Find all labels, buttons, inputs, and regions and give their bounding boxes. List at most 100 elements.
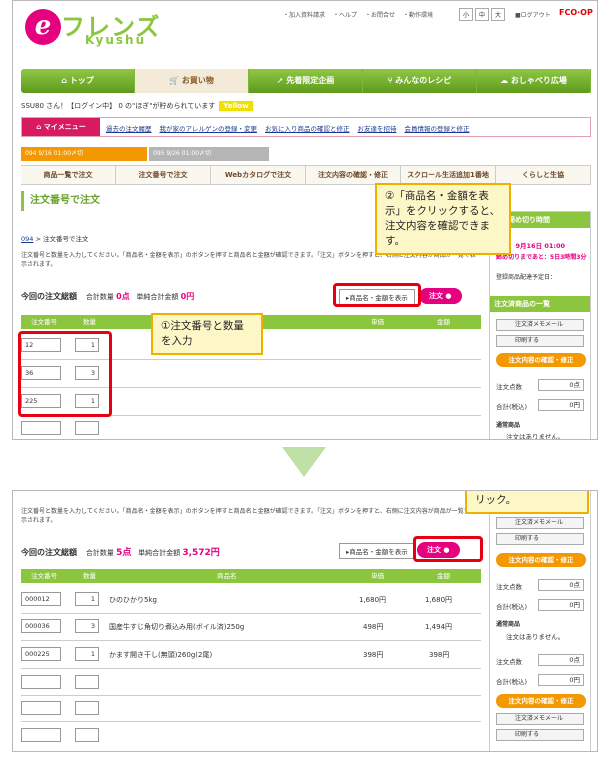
regular-note: 登録商品配達予定日：: [496, 274, 557, 281]
sub-nav: 商品一覧で注文 注文番号で注文 Webカタログで注文 注文内容の確認・修正 スク…: [21, 165, 591, 185]
subnav-scroll[interactable]: スクロール生活追加1番地: [401, 166, 496, 184]
total-value: 0円: [538, 399, 584, 411]
nav-chat[interactable]: ☁ おしゃべり広場: [477, 69, 591, 93]
tab-095[interactable]: 095 9/26 01:00〆切: [149, 147, 269, 161]
print-button[interactable]: 印刷する: [496, 729, 584, 741]
subnav-number[interactable]: 注文番号で注文: [116, 166, 211, 184]
regular-label: 通常商品: [496, 621, 521, 628]
unit-price: 1,680円: [359, 596, 387, 604]
font-mid-button[interactable]: 中: [475, 8, 490, 21]
global-nav: ⌂ トップ 🛒 お買い物 ➚ 先着限定企画 ⑂ みんなのレシピ ☁ おしゃべり広…: [21, 69, 591, 93]
subnav-confirm[interactable]: 注文内容の確認・修正: [306, 166, 401, 184]
regular-label: 通常商品: [496, 422, 521, 429]
logo-sub: Kyushu: [85, 33, 147, 47]
order-number-input[interactable]: 000012: [21, 592, 61, 606]
product-name: かます開き干し(無頭)260g(2尾): [109, 651, 213, 659]
order-number-input[interactable]: [21, 701, 61, 715]
header-links: ・加入資料請求 ・ヘルプ ・お問合せ ・動作環境: [283, 10, 433, 19]
product-name: 国産牛すじ角切り煮込み用(ボイル済)250g: [109, 623, 245, 631]
quantity-input[interactable]: [75, 421, 99, 435]
order-number-input[interactable]: 000225: [21, 647, 61, 661]
amount: 1,494円: [425, 623, 453, 631]
unit-price: 498円: [363, 623, 384, 631]
my-menu-label: ⌂ マイメニュー: [22, 118, 100, 136]
breadcrumb: 094 > 注文番号で注文: [21, 235, 89, 243]
font-large-button[interactable]: 大: [491, 8, 506, 21]
highlight-inputs: [18, 331, 112, 417]
count-value: 0点: [538, 379, 584, 391]
quantity-input[interactable]: 1: [75, 592, 99, 606]
subnav-catalog[interactable]: Webカタログで注文: [211, 166, 306, 184]
memo-mail-button[interactable]: 注文済メモメール: [496, 517, 584, 529]
regular-none: 注文はありません。: [506, 633, 565, 641]
unit-price: 398円: [363, 651, 384, 659]
order-number-input[interactable]: [21, 675, 61, 689]
instructions: 注文番号と数量を入力してください。「商品名・金額を表示」のボタンを押すと商品名と…: [21, 508, 476, 524]
top-screenshot: e フレンズ Kyushu ・加入資料請求 ・ヘルプ ・お問合せ ・動作環境 小…: [12, 0, 598, 440]
nav-recipe[interactable]: ⑂ みんなのレシピ: [363, 69, 477, 93]
link-request[interactable]: ・加入資料請求: [283, 10, 325, 19]
memo-mail-button[interactable]: 注文済メモメール: [496, 319, 584, 331]
link-env[interactable]: ・動作環境: [403, 10, 433, 19]
quantity-input[interactable]: [75, 675, 99, 689]
memo-mail-button[interactable]: 注文済メモメール: [496, 713, 584, 725]
order-summary: 今回の注文総額 合計数量 0点 単純合計金額 0円: [21, 292, 195, 301]
callout-step3: ③注文内容を確認し、「注文」ボタンをクリック。: [465, 491, 589, 514]
print-button[interactable]: 印刷する: [496, 533, 584, 545]
show-name-price-button[interactable]: ▸商品名・金額を表示: [339, 543, 415, 559]
font-small-button[interactable]: 小: [459, 8, 474, 21]
total-value: 0円: [538, 599, 584, 611]
quantity-input[interactable]: 3: [75, 619, 99, 633]
count-label: 注文点数: [496, 383, 522, 391]
amount: 1,680円: [425, 596, 453, 604]
down-arrow: [282, 447, 326, 477]
order-number-input[interactable]: 000036: [21, 619, 61, 633]
highlight-order-button: [413, 536, 483, 562]
confirm-order-button[interactable]: 注文内容の確認・修正: [496, 553, 586, 567]
table-header: 注文番号 数量 商品名 単価 金額: [21, 569, 481, 583]
menu-invite[interactable]: お友達を招待: [358, 123, 397, 133]
count-label: 注文点数: [496, 658, 522, 666]
menu-favorites[interactable]: お気に入り商品の確認と修正: [265, 123, 350, 133]
total-value: 0円: [538, 674, 584, 686]
count-value: 0点: [538, 579, 584, 591]
menu-member[interactable]: 会員情報の登録と修正: [405, 123, 470, 133]
logo-e: e: [25, 9, 61, 45]
my-menu: ⌂ マイメニュー 過去の注文履歴 我が家のアレルゲンの登録・変更 お気に入り商品…: [21, 117, 591, 137]
menu-allergen[interactable]: 我が家のアレルゲンの登録・変更: [160, 123, 258, 133]
amount: 398円: [429, 651, 450, 659]
menu-history[interactable]: 過去の注文履歴: [106, 123, 152, 133]
confirm-order-button[interactable]: 注文内容の確認・修正: [496, 694, 586, 708]
confirm-order-button[interactable]: 注文内容の確認・修正: [496, 353, 586, 367]
nav-shopping[interactable]: 🛒 お買い物: [135, 69, 249, 93]
highlight-show-button: [333, 283, 421, 307]
link-contact[interactable]: ・お問合せ: [365, 10, 395, 19]
print-button[interactable]: 印刷する: [496, 335, 584, 347]
nav-limited[interactable]: ➚ 先着限定企画: [249, 69, 363, 93]
callout-step1: ①注文番号と数量を入力: [151, 313, 263, 355]
quantity-input[interactable]: [75, 701, 99, 715]
quantity-input[interactable]: 1: [75, 647, 99, 661]
font-size-switch: 小 中 大: [459, 8, 506, 21]
nav-top[interactable]: ⌂ トップ: [21, 69, 135, 93]
logout-link[interactable]: ■ログアウト: [515, 10, 551, 19]
order-button[interactable]: 注文 ●: [419, 288, 462, 304]
coop-logo: FCO·OP: [559, 8, 593, 17]
quantity-input[interactable]: [75, 728, 99, 742]
subnav-life[interactable]: くらしと生協: [496, 166, 591, 184]
order-summary: 今回の注文総額 合計数量 5点 単純合計金額 3,572円: [21, 548, 220, 558]
breadcrumb-link[interactable]: 094: [21, 235, 33, 243]
count-value: 0点: [538, 654, 584, 666]
link-help[interactable]: ・ヘルプ: [333, 10, 357, 19]
total-label: 合計(税込): [496, 403, 528, 411]
user-status: SSU80 さん！【ログイン中】 0 の"ほぎ"が貯められています Yellow: [21, 101, 253, 111]
order-number-input[interactable]: [21, 728, 61, 742]
subnav-list[interactable]: 商品一覧で注文: [21, 166, 116, 184]
callout-step2: ②「商品名・金額を表示」をクリックすると、注文内容を確認できます。: [375, 183, 511, 255]
order-number-input[interactable]: [21, 421, 61, 435]
product-name: ひのひかり5kg: [109, 596, 157, 604]
regular-none: 注文はありません。: [506, 433, 565, 440]
tab-094[interactable]: 094 9/16 01:00〆切: [21, 147, 147, 161]
status-badge: Yellow: [219, 101, 253, 111]
sidebar: 注文済メモメール 印刷する 注文内容の確認・修正 注文点数 0点 合計(税込) …: [489, 491, 591, 751]
